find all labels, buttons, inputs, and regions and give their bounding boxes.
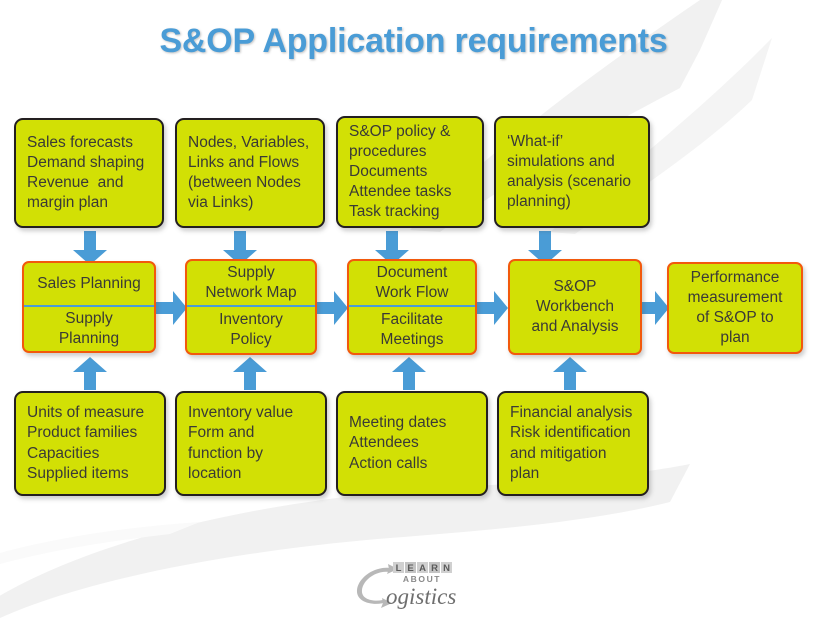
top-box-network-inputs: Nodes, Variables, Links and Flows (betwe… [175, 118, 325, 228]
box-line: Supplied items [27, 464, 129, 482]
box-line: Network Map [205, 284, 297, 301]
top-box-whatif-inputs: ‘What-if’ simulations and analysis (scen… [494, 116, 650, 228]
box-line: Attendees [349, 434, 419, 452]
box-line: Work Flow [375, 284, 449, 301]
logo-about-text: ABOUT [403, 574, 441, 584]
up-arrow-icon-3 [392, 357, 426, 390]
box-line: and mitigation [510, 444, 607, 462]
box-line: Capacities [27, 444, 100, 462]
process-box-body: S&OP Workbench and Analysis [510, 261, 640, 353]
box-line: analysis (scenario [507, 173, 632, 190]
box-line: measurement [687, 288, 783, 306]
right-arrow-icon-3 [476, 291, 508, 325]
logo-main-text: ogistics [386, 584, 456, 609]
up-arrow-icon-1 [73, 357, 107, 390]
process-box-performance-measurement[interactable]: Performance measurement of S&OP to plan [667, 262, 803, 354]
process-box-supply-network-inventory[interactable]: Supply Network Map Inventory Policy [185, 259, 317, 355]
svg-text:E: E [407, 563, 413, 574]
box-line: Performance [690, 268, 780, 286]
right-arrow-icon-2 [316, 291, 348, 325]
box-line: Units of measure [27, 404, 145, 422]
slide-canvas: S&OP Application requirements Sales fore… [0, 0, 827, 620]
box-line: Risk identification [510, 424, 631, 442]
process-box-top-section: Document Work Flow [349, 261, 475, 307]
process-box-sop-workbench[interactable]: S&OP Workbench and Analysis [508, 259, 642, 355]
svg-text:A: A [419, 563, 426, 574]
box-line: Documents [349, 162, 428, 180]
svg-text:R: R [431, 563, 438, 574]
box-line: Nodes, Variables, [188, 133, 310, 151]
box-line: Workbench [535, 297, 615, 315]
box-line: margin plan [27, 194, 108, 212]
box-line: ‘What-if’ [507, 132, 564, 150]
box-line: Supply [227, 263, 275, 281]
box-line: (between Nodes [188, 174, 301, 191]
top-box-sales-forecast-inputs: Sales forecasts Demand shaping Revenue a… [14, 118, 164, 228]
svg-text:N: N [443, 563, 450, 574]
box-line: planning) [507, 193, 571, 211]
box-line: Supply [65, 309, 113, 327]
box-line: simulations and [507, 152, 615, 170]
page-title: S&OP Application requirements [159, 22, 668, 60]
process-box-top-section: Sales Planning [24, 263, 154, 307]
box-line: Inventory [219, 310, 283, 328]
box-line: of S&OP to [696, 309, 774, 326]
bottom-box-measure-data-inputs: Units of measure Product families Capaci… [14, 391, 166, 496]
process-box-bottom-section: Facilitate Meetings [349, 307, 475, 353]
box-line: Attendee tasks [349, 183, 452, 201]
box-line: Meeting dates [349, 414, 447, 432]
bottom-box-financial-data-inputs: Financial analysis Risk identification a… [497, 391, 649, 496]
box-line: S&OP policy & [349, 122, 451, 140]
box-line: Form and [188, 424, 255, 442]
up-arrow-icon-2 [233, 357, 267, 390]
box-line: and Analysis [531, 318, 619, 336]
process-box-body: Performance measurement of S&OP to plan [669, 264, 801, 352]
box-line: Action calls [349, 454, 428, 472]
box-line: function by [188, 444, 263, 462]
box-line: Facilitate [380, 310, 444, 328]
process-box-top-section: Supply Network Map [187, 261, 315, 307]
process-box-sales-supply-planning[interactable]: Sales Planning Supply Planning [22, 261, 156, 353]
box-line: Document [376, 263, 448, 281]
box-line: Inventory value [188, 404, 294, 422]
bottom-box-inventory-data-inputs: Inventory value Form and function by loc… [175, 391, 327, 496]
box-line: Planning [58, 330, 120, 347]
box-line: plan [510, 464, 540, 482]
up-arrow-icon-4 [553, 357, 587, 390]
box-line: Sales forecasts [27, 133, 133, 151]
bottom-box-meeting-data-inputs: Meeting dates Attendees Action calls [336, 391, 488, 496]
top-box-policy-inputs: S&OP policy & procedures Documents Atten… [336, 116, 484, 228]
box-line: Policy [230, 331, 272, 348]
box-line: Revenue and [27, 174, 124, 191]
box-line: Demand shaping [27, 153, 145, 171]
box-line: Links and Flows [188, 153, 300, 171]
process-box-bottom-section: Inventory Policy [187, 307, 315, 353]
process-box-bottom-section: Supply Planning [24, 307, 154, 351]
box-line: Task tracking [349, 203, 440, 221]
box-line: S&OP [553, 277, 597, 295]
process-box-document-workflow-meetings[interactable]: Document Work Flow Facilitate Meetings [347, 259, 477, 355]
box-line: Financial analysis [510, 404, 633, 422]
right-arrow-icon-1 [155, 291, 187, 325]
box-line: plan [720, 329, 750, 347]
box-line: Sales Planning [37, 274, 141, 292]
learn-about-logistics-logo: L E A R N ABOUT ogistics [356, 562, 456, 609]
box-line: Meetings [380, 331, 444, 348]
box-line: via Links) [188, 194, 254, 212]
box-line: procedures [349, 142, 427, 160]
svg-text:L: L [396, 563, 402, 574]
box-line: Product families [27, 424, 138, 442]
box-line: location [188, 464, 242, 482]
logo-learn-tiles: L E A R N [393, 562, 452, 574]
